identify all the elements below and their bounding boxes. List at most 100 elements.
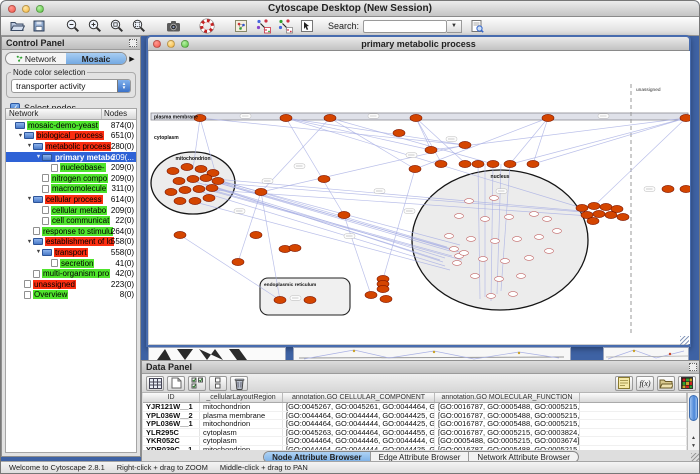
tree-row[interactable]: macromolecule311(0) [6, 184, 136, 195]
graph-node-small[interactable] [525, 256, 534, 261]
graph-node[interactable] [255, 188, 267, 195]
graph-node[interactable] [338, 211, 350, 218]
graph-node-small[interactable] [450, 247, 459, 252]
graph-node-small[interactable] [455, 214, 464, 219]
select-attributes-button[interactable] [146, 376, 164, 391]
table-row[interactable]: YJR121W__1mitochondrion[GO:0045267, GO:0… [143, 403, 687, 412]
graph-node-small[interactable] [467, 237, 476, 242]
annotation-button[interactable] [615, 376, 633, 391]
graph-node[interactable] [250, 231, 262, 238]
zoom-in-button[interactable] [84, 18, 106, 35]
tree-row[interactable]: ▼metabolic process280(0) [6, 141, 136, 152]
background-window-fragment[interactable] [293, 347, 571, 361]
graph-node[interactable] [680, 185, 690, 192]
column-header[interactable]: annotation.GO CELLULAR_COMPONENT [283, 393, 435, 402]
graph-node[interactable] [435, 160, 447, 167]
graph-node-small[interactable] [479, 257, 488, 262]
graph-node-small[interactable] [501, 259, 510, 264]
graph-node[interactable] [393, 129, 405, 136]
tab-overflow-button[interactable]: ▶ [127, 55, 137, 63]
graph-node[interactable] [193, 185, 205, 192]
graph-node[interactable] [527, 160, 539, 167]
snapshot-button[interactable] [162, 18, 184, 35]
tree-row[interactable]: nucleobase-209(0) [6, 162, 136, 173]
graph-node[interactable] [504, 160, 516, 167]
graph-node[interactable] [187, 175, 199, 182]
graph-node[interactable] [167, 167, 179, 174]
scroll-up-arrow[interactable]: ▲ [688, 434, 699, 442]
tree-row[interactable]: secretion41(0) [6, 258, 136, 269]
graph-node[interactable] [289, 244, 301, 251]
graph-node[interactable] [200, 174, 212, 181]
graph-node-small[interactable] [445, 234, 454, 239]
graph-node-small[interactable] [487, 294, 496, 299]
search-input[interactable] [363, 20, 447, 33]
graph-node[interactable] [179, 186, 191, 193]
graph-node[interactable] [174, 231, 186, 238]
graph-node[interactable] [377, 285, 389, 292]
graph-node[interactable] [173, 177, 185, 184]
tab-node-attribute-browser[interactable]: Node Attribute Browser [264, 452, 371, 462]
table-scrollbar[interactable]: ▲ ▼ [687, 393, 699, 450]
graph-node[interactable] [459, 160, 471, 167]
window-titlebar[interactable]: Cytoscape Desktop (New Session) [1, 1, 699, 17]
zoom-selected-button[interactable] [128, 18, 150, 35]
graph-node[interactable] [189, 197, 201, 204]
tree-row[interactable]: ▼cellular process614(0) [6, 194, 136, 205]
graph-node[interactable] [212, 177, 224, 184]
scroll-down-arrow[interactable]: ▼ [688, 442, 699, 450]
tree-row[interactable]: ▼transport558(0) [6, 247, 136, 258]
tree-header[interactable]: Network Nodes [6, 109, 136, 120]
zoom-fit-button[interactable] [106, 18, 128, 35]
table-row[interactable]: YPL036W__1mitochondrion[GO:0044464, GO:0… [143, 420, 687, 429]
graph-node-small[interactable] [481, 217, 490, 222]
graph-node[interactable] [587, 217, 599, 224]
background-window-fragment[interactable] [148, 347, 286, 361]
import-attributes-button[interactable] [657, 376, 675, 391]
table-row[interactable]: YPL036W__2plasma membrane[GO:0044464, GO… [143, 412, 687, 421]
graph-node-small[interactable] [535, 235, 544, 240]
graph-node[interactable] [203, 194, 215, 201]
graph-node-small[interactable] [530, 212, 539, 217]
column-header[interactable]: ID [143, 393, 200, 402]
graph-node[interactable] [593, 210, 605, 217]
heatmap-button[interactable] [678, 376, 696, 391]
select-all-attributes-button[interactable] [188, 376, 206, 391]
search-dropdown-button[interactable]: ▼ [447, 20, 462, 33]
graph-node[interactable] [425, 146, 437, 153]
graph-node[interactable] [181, 163, 193, 170]
graph-node[interactable] [588, 202, 600, 209]
graph-node-small[interactable] [471, 274, 480, 279]
tree-row[interactable]: response to stimulu264(0) [6, 226, 136, 237]
create-attribute-button[interactable] [167, 376, 185, 391]
network-resize-handle[interactable] [680, 336, 689, 345]
tab-edge-attribute-browser[interactable]: Edge Attribute Browser [371, 452, 470, 462]
graph-node-small[interactable] [543, 217, 552, 222]
layout-nodes-button[interactable] [252, 18, 274, 35]
column-header[interactable] [580, 393, 687, 402]
tree-row[interactable]: ▼primary metabo209(... [6, 152, 136, 163]
graph-node[interactable] [232, 258, 244, 265]
save-session-button[interactable] [28, 18, 50, 35]
tree-row[interactable]: ▼biological_process651(0) [6, 131, 136, 142]
graph-node-small[interactable] [513, 237, 522, 242]
node-color-dropdown[interactable]: transporter activity ▲▼ [11, 79, 131, 93]
graph-node-small[interactable] [490, 196, 499, 201]
network-canvas[interactable]: plasma membranecytoplasmmitochondrionnuc… [149, 51, 690, 344]
tree-row[interactable]: Overview8(0) [6, 290, 136, 301]
tab-network-attribute-browser[interactable]: Network Attribute Browser [469, 452, 577, 462]
graph-node[interactable] [165, 188, 177, 195]
expand-arrow-icon[interactable]: ▼ [26, 239, 33, 245]
data-panel-resize-handle[interactable] [691, 453, 699, 461]
graph-node[interactable] [280, 114, 292, 121]
open-file-button[interactable] [6, 18, 28, 35]
zoom-out-button[interactable] [62, 18, 84, 35]
select-mode-button[interactable] [296, 18, 318, 35]
graph-node[interactable] [576, 204, 588, 211]
graph-node[interactable] [304, 296, 316, 303]
tree-row[interactable]: cell communicat22(0) [6, 215, 136, 226]
tree-row[interactable]: multi-organism pro42(0) [6, 268, 136, 279]
table-row[interactable]: YKR052Ccytoplasm[GO:0044464, GO:0044446,… [143, 437, 687, 446]
graph-node[interactable] [409, 165, 421, 172]
tree-row[interactable]: cellular metabo209(0) [6, 205, 136, 216]
